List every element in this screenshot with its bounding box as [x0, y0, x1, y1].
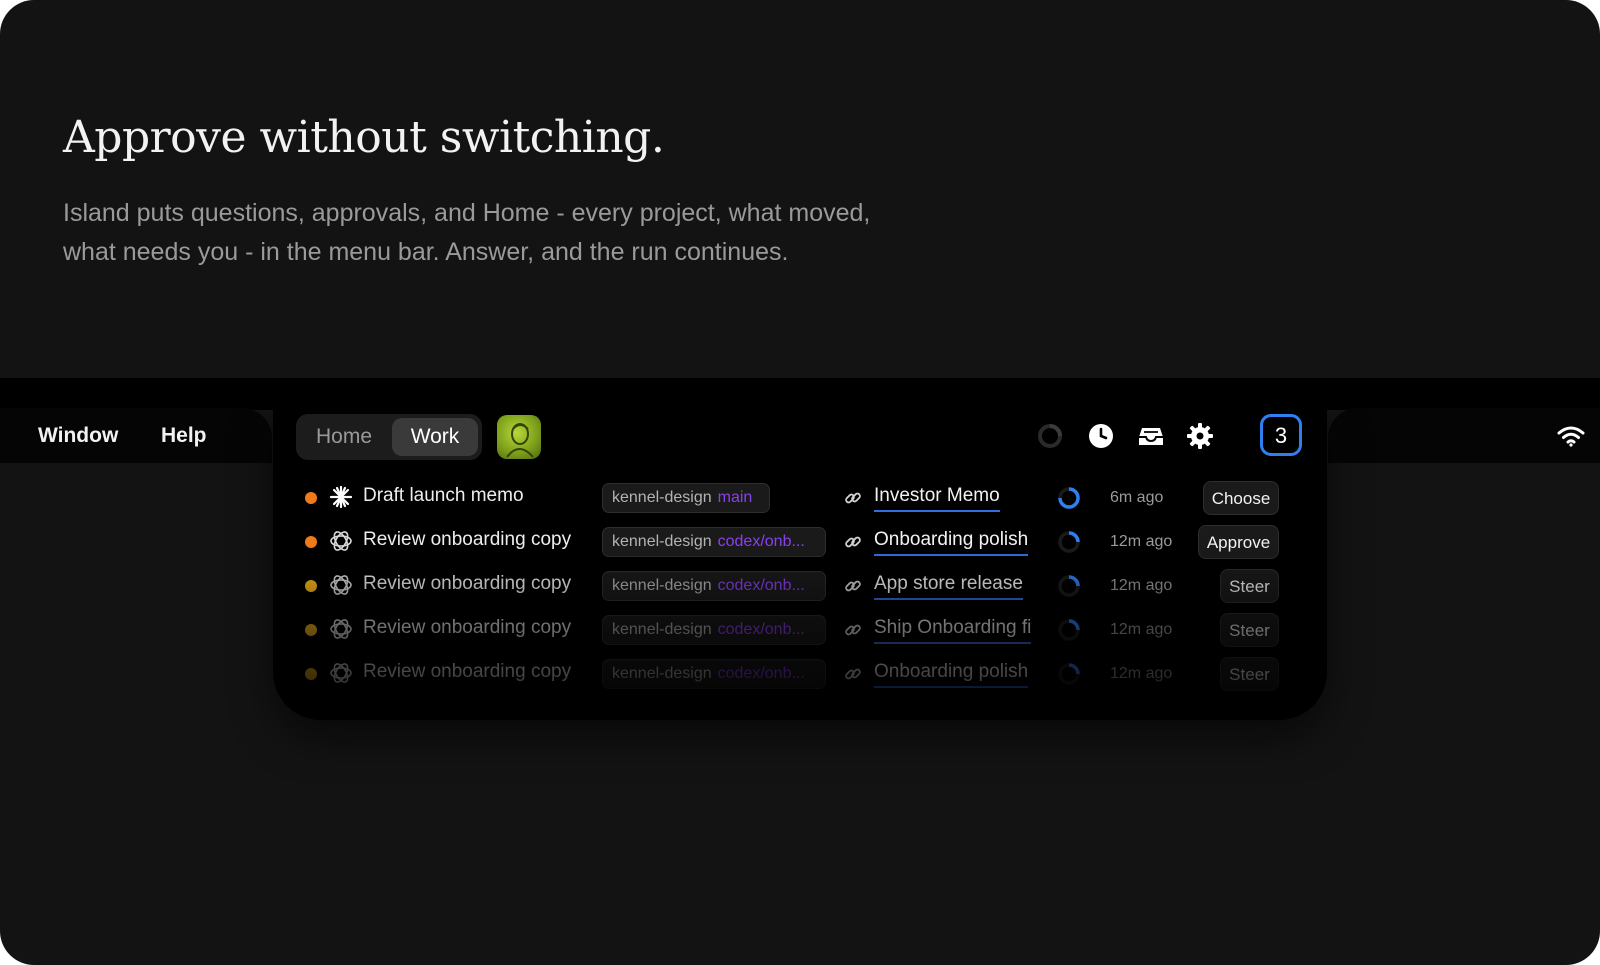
- clock-icon[interactable]: [1087, 422, 1115, 450]
- linked-doc-link[interactable]: Onboarding polish: [874, 529, 1029, 556]
- openai-knot-icon: [330, 531, 352, 551]
- repo-branch-chip[interactable]: kennel-design codex/onb...: [602, 659, 826, 689]
- progress-spinner-icon: [1058, 487, 1080, 509]
- tab-work[interactable]: Work: [392, 418, 478, 456]
- linked-doc-link[interactable]: Onboarding polish: [874, 661, 1029, 688]
- task-row[interactable]: Review onboarding copy kennel-design code…: [273, 566, 1327, 606]
- steer-button[interactable]: Steer: [1220, 657, 1279, 691]
- task-row[interactable]: Review onboarding copy kennel-design code…: [273, 654, 1327, 694]
- timestamp: 12m ago: [1110, 665, 1173, 682]
- progress-spinner-icon: [1058, 663, 1080, 685]
- openai-knot-icon: [330, 663, 352, 683]
- task-title: Draft launch memo: [363, 485, 524, 506]
- link-icon: [845, 624, 861, 636]
- repo-name: kennel-design: [612, 665, 712, 682]
- branch-name: codex/onb...: [717, 665, 805, 682]
- menu-window[interactable]: Window: [38, 424, 118, 448]
- task-title: Review onboarding copy: [363, 573, 572, 594]
- avatar[interactable]: [497, 415, 541, 459]
- linked-doc-link[interactable]: Investor Memo: [874, 485, 1000, 512]
- sparkle-icon: [329, 485, 353, 509]
- approve-button[interactable]: Approve: [1198, 525, 1279, 559]
- choose-button[interactable]: Choose: [1203, 481, 1279, 515]
- task-row[interactable]: Review onboarding copy kennel-design code…: [273, 610, 1327, 650]
- status-dot: [305, 492, 317, 504]
- home-work-switcher: Home Work: [296, 414, 482, 460]
- repo-name: kennel-design: [612, 533, 712, 550]
- link-icon: [845, 668, 861, 680]
- island-panel: Home Work 3 Draft launch memo kennel-des…: [273, 408, 1327, 720]
- link-icon: [845, 580, 861, 592]
- branch-name: codex/onb...: [717, 577, 805, 594]
- hero-title: Approve without switching.: [63, 112, 665, 163]
- branch-name: main: [717, 489, 753, 506]
- hero-description-line-2: what needs you - in the menu bar. Answer…: [63, 238, 789, 266]
- link-icon: [845, 492, 861, 504]
- status-dot: [305, 668, 317, 680]
- task-row[interactable]: Review onboarding copy kennel-design code…: [273, 522, 1327, 562]
- timestamp: 12m ago: [1110, 621, 1173, 638]
- openai-knot-icon: [330, 575, 352, 595]
- repo-branch-chip[interactable]: kennel-design codex/onb...: [602, 571, 826, 601]
- hero-description: Island puts questions, approvals, and Ho…: [63, 194, 1003, 272]
- progress-spinner-icon: [1058, 619, 1080, 641]
- openai-knot-icon: [330, 619, 352, 639]
- inbox-icon[interactable]: [1137, 422, 1165, 450]
- branch-name: codex/onb...: [717, 621, 805, 638]
- repo-branch-chip[interactable]: kennel-design main: [602, 483, 770, 513]
- task-list: Draft launch memo kennel-design main Inve…: [273, 478, 1327, 720]
- timestamp: 12m ago: [1110, 577, 1173, 594]
- task-title: Review onboarding copy: [363, 529, 572, 550]
- menu-bar: [0, 378, 1600, 410]
- repo-name: kennel-design: [612, 489, 712, 506]
- status-dot: [305, 536, 317, 548]
- activity-spinner-icon[interactable]: [1036, 422, 1064, 450]
- hero-description-line-1: Island puts questions, approvals, and Ho…: [63, 199, 871, 227]
- linked-doc-link[interactable]: Ship Onboarding fi: [874, 617, 1032, 644]
- timestamp: 6m ago: [1110, 489, 1164, 506]
- timestamp: 12m ago: [1110, 533, 1173, 550]
- avatar-portrait-icon: [506, 423, 534, 458]
- repo-name: kennel-design: [612, 577, 712, 594]
- progress-spinner-icon: [1058, 575, 1080, 597]
- menu-help[interactable]: Help: [161, 424, 207, 448]
- tab-home[interactable]: Home: [300, 418, 388, 456]
- progress-spinner-icon: [1058, 531, 1080, 553]
- task-title: Review onboarding copy: [363, 661, 572, 682]
- steer-button[interactable]: Steer: [1220, 569, 1279, 603]
- repo-branch-chip[interactable]: kennel-design codex/onb...: [602, 527, 826, 557]
- status-dot: [305, 624, 317, 636]
- task-row[interactable]: Draft launch memo kennel-design main Inve…: [273, 478, 1327, 518]
- link-icon: [845, 536, 861, 548]
- pending-count-badge[interactable]: 3: [1260, 414, 1302, 456]
- status-dot: [305, 580, 317, 592]
- branch-name: codex/onb...: [717, 533, 805, 550]
- feature-card: Approve without switching. Island puts q…: [0, 0, 1600, 965]
- repo-name: kennel-design: [612, 621, 712, 638]
- linked-doc-link[interactable]: App store release: [874, 573, 1023, 600]
- task-title: Review onboarding copy: [363, 617, 572, 638]
- repo-branch-chip[interactable]: kennel-design codex/onb...: [602, 615, 826, 645]
- steer-button[interactable]: Steer: [1220, 613, 1279, 647]
- wifi-icon[interactable]: [1557, 425, 1585, 447]
- gear-icon[interactable]: [1186, 422, 1214, 450]
